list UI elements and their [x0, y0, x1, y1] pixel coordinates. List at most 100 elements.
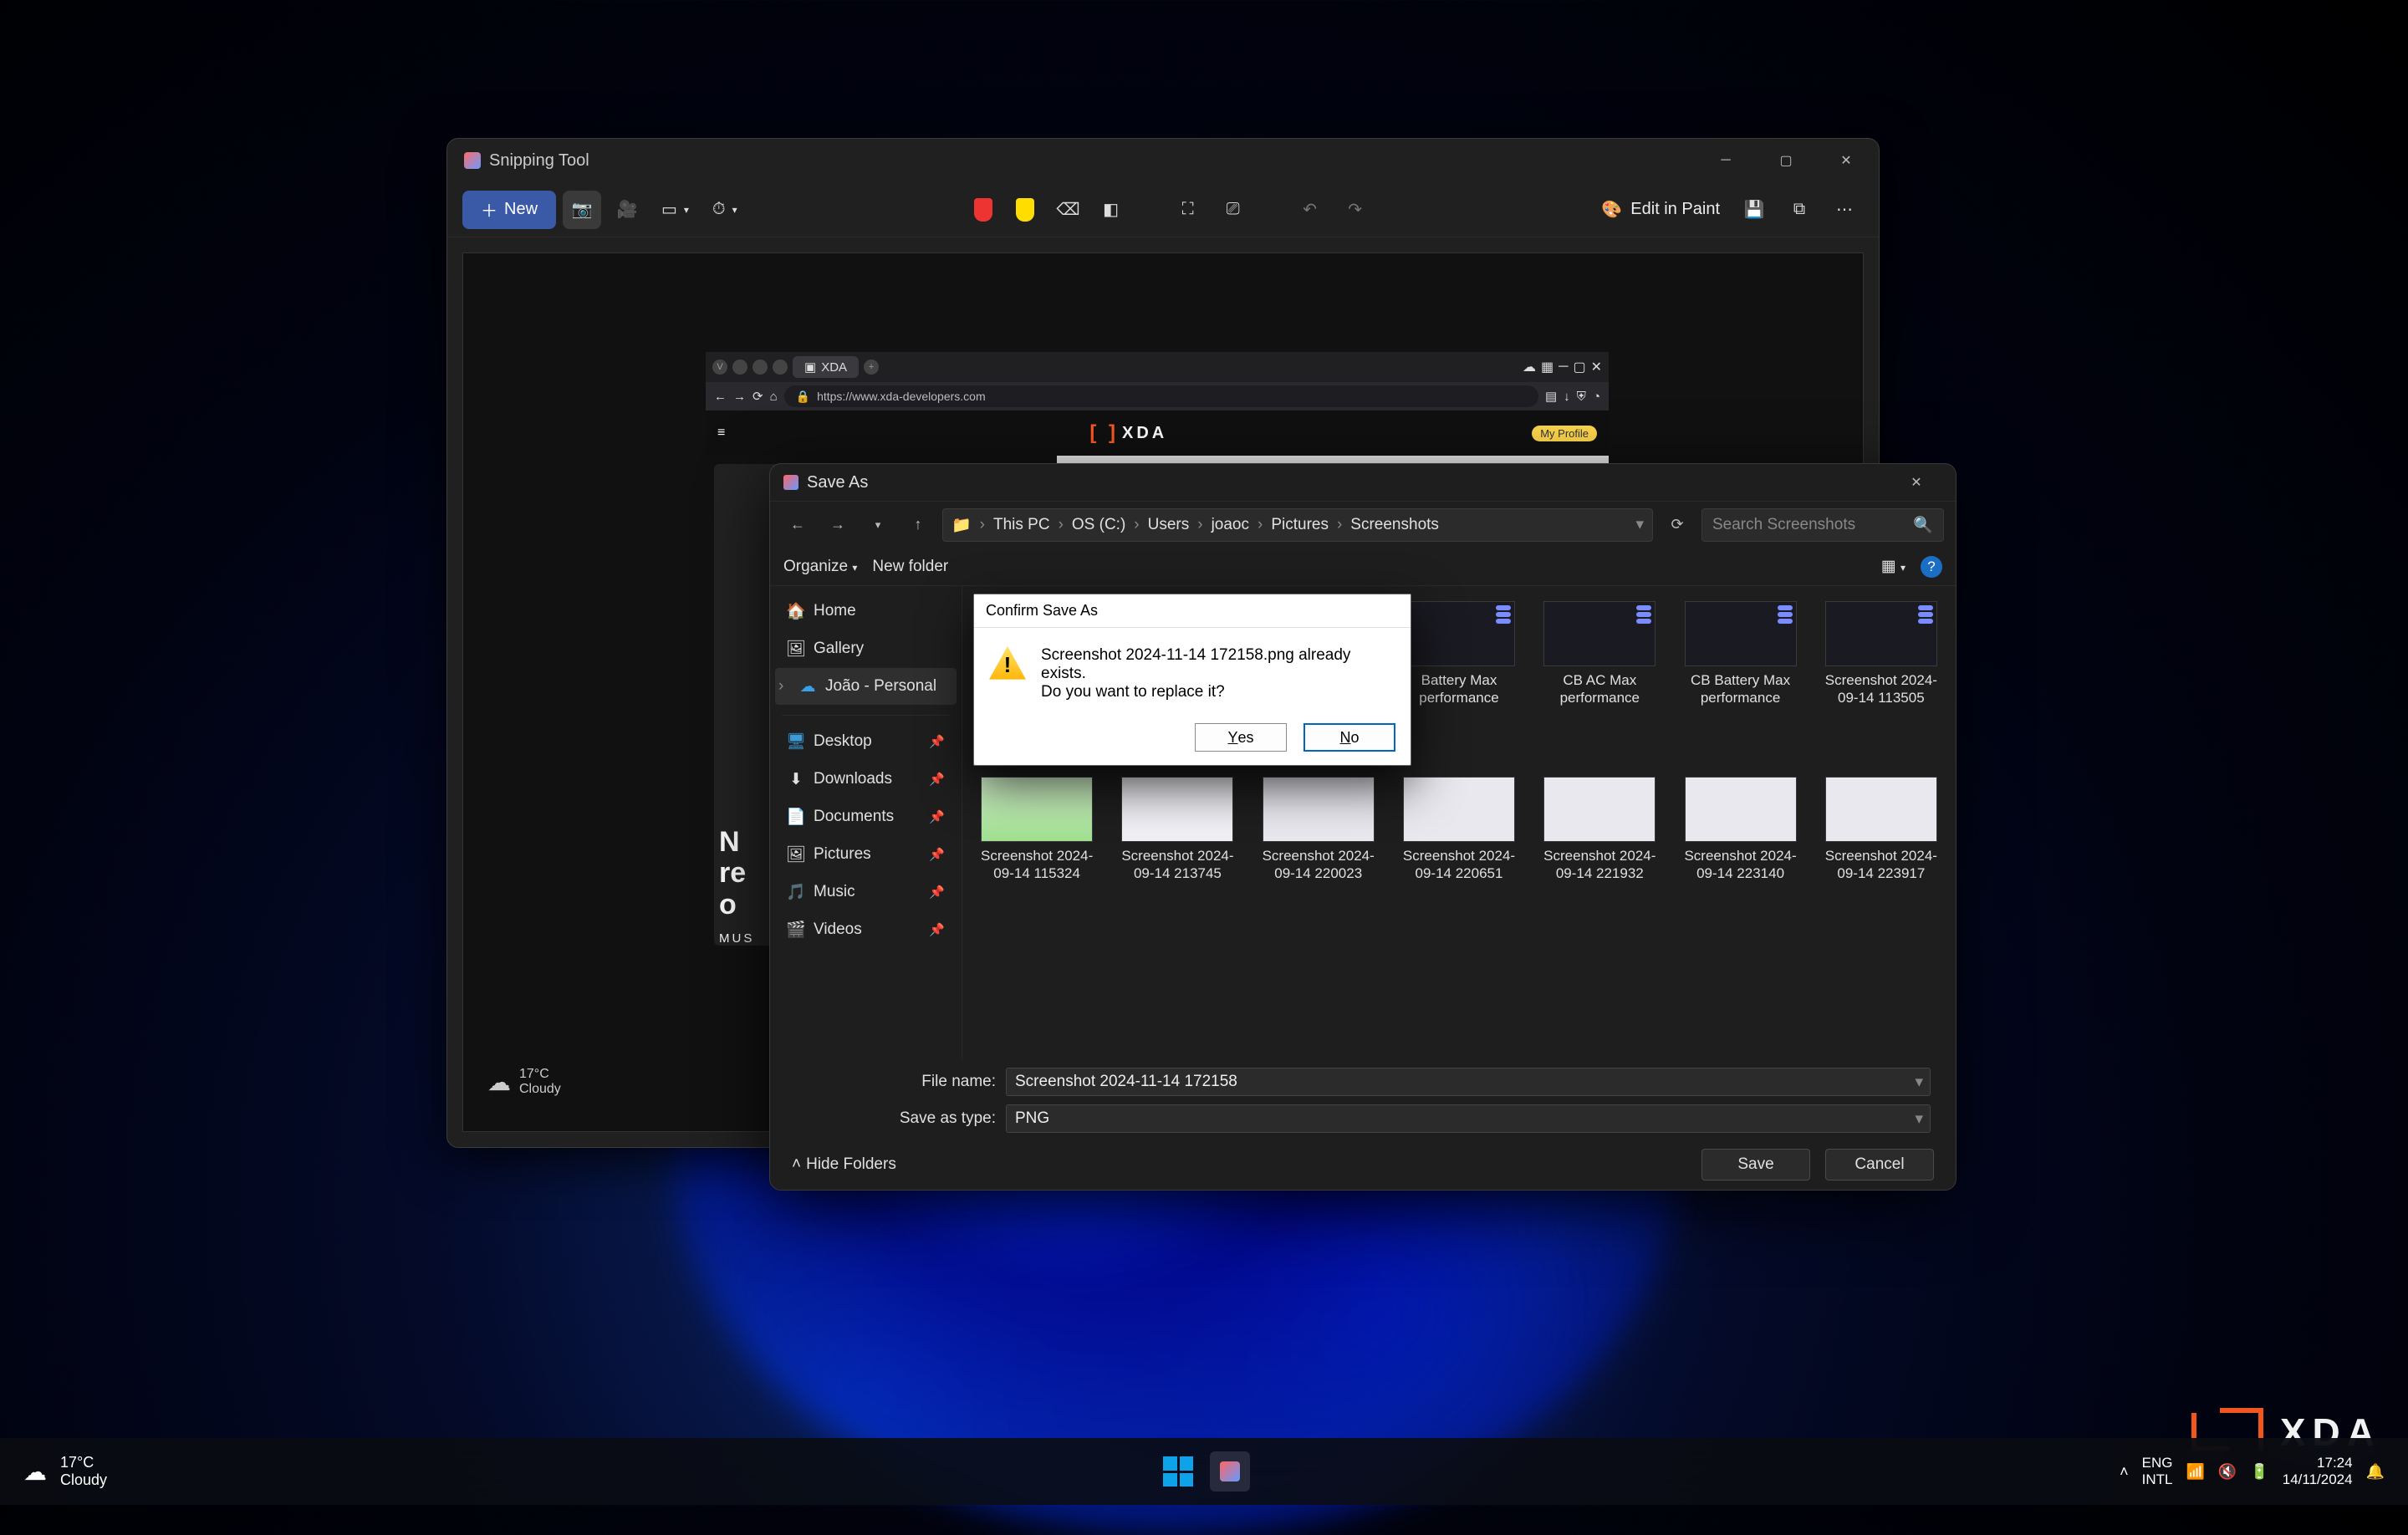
- snipping-tool-icon: [464, 152, 481, 169]
- crop-icon: ⛶: [1182, 200, 1194, 219]
- nav-back-button[interactable]: ←: [782, 509, 814, 541]
- help-button[interactable]: ?: [1921, 556, 1942, 578]
- start-button[interactable]: [1158, 1451, 1198, 1492]
- sidebar-onedrive-personal[interactable]: ›☁João - Personal: [775, 668, 957, 705]
- copy-button[interactable]: ⧉: [1780, 191, 1819, 229]
- redo-icon: ↷: [1348, 199, 1362, 220]
- snipping-titlebar[interactable]: Snipping Tool ─ ▢ ✕: [447, 139, 1879, 182]
- file-item[interactable]: Screenshot 2024-09-14 223140: [1674, 773, 1806, 941]
- weather-icon[interactable]: ☁: [23, 1458, 47, 1486]
- sidebar-videos[interactable]: 🎬Videos📌: [775, 911, 957, 948]
- file-name-input[interactable]: Screenshot 2024-11-14 172158▾: [1006, 1068, 1931, 1096]
- save-type-dropdown[interactable]: PNG▾: [1006, 1104, 1931, 1133]
- save-button[interactable]: Save: [1701, 1149, 1810, 1181]
- confirm-yes-button[interactable]: Yes: [1195, 723, 1287, 752]
- battery-icon[interactable]: 🔋: [2250, 1463, 2268, 1481]
- crumb[interactable]: Screenshots: [1350, 516, 1439, 534]
- breadcrumb[interactable]: 📁 › This PC› OS (C:)› Users› joaoc› Pict…: [942, 508, 1653, 542]
- snip-shape-dropdown[interactable]: ▭ ▾: [653, 191, 697, 229]
- saveas-navbar: ← → ▾ ↑ 📁 › This PC› OS (C:)› Users› joa…: [770, 501, 1956, 548]
- file-item[interactable]: CB Battery Max performance: [1674, 598, 1806, 765]
- hide-folders-toggle[interactable]: ˄Hide Folders: [792, 1155, 896, 1174]
- saveas-sidebar: 🏠Home 🖼Gallery ›☁João - Personal 🖥Deskto…: [770, 586, 962, 1059]
- file-item[interactable]: Battery Max performance: [1393, 598, 1525, 765]
- taskbar-snipping-tool[interactable]: [1210, 1451, 1250, 1492]
- file-item[interactable]: Screenshot 2024-09-14 220651: [1393, 773, 1525, 941]
- confirm-titlebar[interactable]: Confirm Save As: [974, 594, 1411, 628]
- file-item[interactable]: Screenshot 2024-09-14 221932: [1533, 773, 1666, 941]
- crop-tool[interactable]: ⛶: [1169, 191, 1207, 229]
- view-mode-dropdown[interactable]: ▦ ▾: [1881, 557, 1905, 576]
- nav-forward-button[interactable]: →: [822, 509, 854, 541]
- wifi-icon[interactable]: 📶: [2186, 1463, 2204, 1481]
- sidebar-downloads[interactable]: ⬇Downloads📌: [775, 761, 957, 798]
- volume-muted-icon[interactable]: 🔇: [2218, 1463, 2237, 1481]
- clock[interactable]: 17:24 14/11/2024: [2283, 1455, 2353, 1487]
- nav-up-button[interactable]: ↑: [902, 509, 934, 541]
- saveas-close-button[interactable]: ✕: [1890, 465, 1942, 500]
- sidebar-pictures[interactable]: 🖼Pictures📌: [775, 836, 957, 873]
- highlighter-tool[interactable]: [1006, 191, 1044, 229]
- save-as-button[interactable]: 💾: [1735, 191, 1773, 229]
- cancel-button[interactable]: Cancel: [1825, 1149, 1934, 1181]
- more-button[interactable]: ⋯: [1825, 191, 1864, 229]
- nav-history-dropdown[interactable]: ▾: [862, 509, 894, 541]
- redo-button[interactable]: ↷: [1336, 191, 1375, 229]
- file-item[interactable]: Screenshot 2024-09-14 113505: [1815, 598, 1947, 765]
- chevron-down-icon[interactable]: ▾: [1915, 1073, 1923, 1092]
- vivaldi-icon: V: [712, 360, 727, 375]
- snip-mode-camera[interactable]: 📷: [563, 191, 601, 229]
- eraser-tool[interactable]: ⌫: [1048, 191, 1088, 229]
- tray-chevron-up-icon[interactable]: ˄: [2120, 1463, 2129, 1481]
- file-item[interactable]: CB AC Max performance: [1533, 598, 1666, 765]
- confirm-message: Screenshot 2024-11-14 172158.png already…: [1041, 646, 1395, 701]
- breadcrumb-dropdown-icon[interactable]: ▾: [1635, 515, 1644, 534]
- chevron-down-icon[interactable]: ▾: [1915, 1109, 1923, 1129]
- file-item[interactable]: Screenshot 2024-09-14 115324: [971, 773, 1103, 941]
- crumb[interactable]: Users: [1148, 516, 1190, 534]
- language-indicator[interactable]: ENG INTL: [2142, 1455, 2173, 1487]
- chevron-up-icon: ˄: [792, 1155, 806, 1173]
- close-button[interactable]: ✕: [1820, 143, 1872, 178]
- file-item[interactable]: Screenshot 2024-09-14 220023: [1252, 773, 1385, 941]
- confirm-no-button[interactable]: No: [1303, 723, 1395, 752]
- saveas-titlebar[interactable]: Save As ✕: [770, 464, 1956, 501]
- confirm-actions: Yes No: [974, 718, 1411, 765]
- nav-refresh-button[interactable]: ⟳: [1661, 509, 1693, 541]
- taskbar[interactable]: ☁ 17°C Cloudy ˄ ENG INTL 📶 🔇 🔋 17:24 14/…: [0, 1438, 2408, 1505]
- minimize-button[interactable]: ─: [1700, 143, 1752, 178]
- snip-delay-dropdown[interactable]: ⏱ ▾: [704, 191, 746, 229]
- text-actions-tool[interactable]: ⎚: [1214, 191, 1252, 229]
- confirm-save-as-dialog: Confirm Save As ! Screenshot 2024-11-14 …: [973, 594, 1411, 766]
- edit-in-paint-label: Edit in Paint: [1630, 200, 1720, 219]
- timer-icon: ⏱: [712, 200, 726, 219]
- saveas-search[interactable]: Search Screenshots 🔍: [1701, 508, 1944, 542]
- sidebar-documents[interactable]: 📄Documents📌: [775, 798, 957, 835]
- crumb[interactable]: joaoc: [1212, 516, 1249, 534]
- sidebar-gallery[interactable]: 🖼Gallery: [775, 630, 957, 667]
- new-snip-button[interactable]: ＋ New: [462, 191, 556, 229]
- crumb[interactable]: Pictures: [1271, 516, 1329, 534]
- snip-mode-video[interactable]: 🎥: [608, 191, 646, 229]
- undo-button[interactable]: ↶: [1291, 191, 1329, 229]
- sidebar-music[interactable]: 🎵Music📌: [775, 874, 957, 910]
- edit-in-paint-button[interactable]: 🎨 Edit in Paint: [1593, 191, 1728, 229]
- sidebar-home[interactable]: 🏠Home: [775, 593, 957, 630]
- weather-widget[interactable]: 17°C Cloudy: [60, 1454, 107, 1488]
- notifications-icon[interactable]: 🔔: [2366, 1463, 2385, 1481]
- organize-menu[interactable]: Organize ▾: [783, 558, 857, 576]
- crumb[interactable]: This PC: [993, 516, 1050, 534]
- shapes-tool[interactable]: ◧: [1092, 191, 1130, 229]
- confirm-body: ! Screenshot 2024-11-14 172158.png alrea…: [974, 628, 1411, 718]
- file-item[interactable]: Screenshot 2024-09-14 213745: [1111, 773, 1243, 941]
- sidebar-desktop[interactable]: 🖥Desktop📌: [775, 723, 957, 760]
- workspace-icon: ▦: [1541, 359, 1553, 375]
- maximize-button[interactable]: ▢: [1760, 143, 1812, 178]
- more-icon: ⋯: [1836, 199, 1853, 220]
- new-folder-button[interactable]: New folder: [872, 558, 948, 576]
- file-item[interactable]: Screenshot 2024-09-14 223917: [1815, 773, 1947, 941]
- window-minimize-icon: ─: [1559, 360, 1568, 375]
- pen-red-tool[interactable]: [964, 191, 1002, 229]
- search-placeholder: Search Screenshots: [1712, 516, 1906, 534]
- crumb[interactable]: OS (C:): [1072, 516, 1125, 534]
